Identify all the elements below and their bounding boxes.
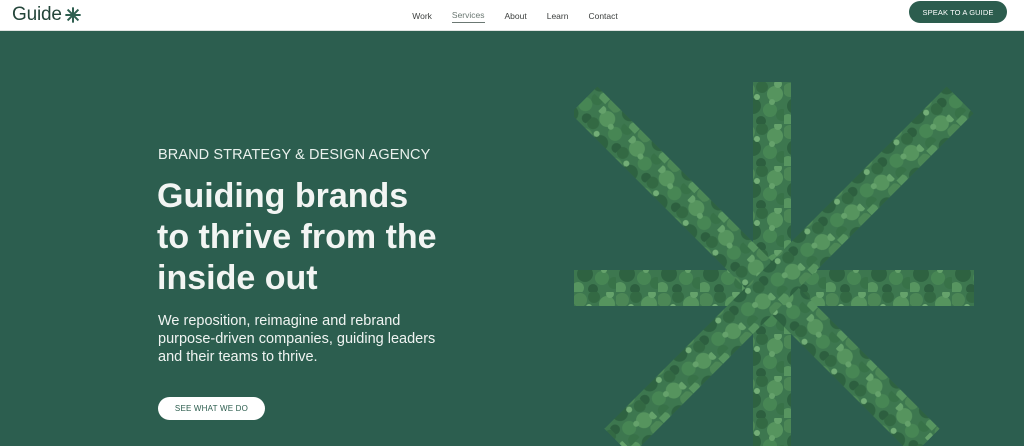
nav-item-about[interactable]: About: [505, 9, 527, 23]
hero-subtext: We reposition, reimagine and rebrand pur…: [158, 312, 458, 366]
subtext-line: We reposition, reimagine and rebrand: [158, 313, 401, 329]
nav-item-learn[interactable]: Learn: [547, 9, 569, 23]
site-header: Guide Work Services About Learn Contact …: [0, 0, 1024, 31]
nav-item-services[interactable]: Services: [451, 8, 485, 23]
subtext-line: and their teams to thrive.: [158, 349, 318, 365]
see-what-we-do-button[interactable]: SEE WHAT WE DO: [158, 397, 265, 420]
hero-eyebrow: BRAND STRATEGY & DESIGN AGENCY: [158, 147, 431, 163]
main-nav: Work Services About Learn Contact: [0, 0, 1024, 31]
forest-asterisk-icon: [574, 82, 974, 446]
nav-item-contact[interactable]: Contact: [588, 9, 617, 23]
speak-to-guide-button[interactable]: SPEAK TO A GUIDE: [909, 1, 1007, 23]
headline-line: inside out: [157, 259, 318, 297]
nav-item-work[interactable]: Work: [412, 9, 432, 23]
headline-line: Guiding brands: [157, 177, 409, 215]
asterisk-arms: [574, 82, 974, 446]
hero-section: BRAND STRATEGY & DESIGN AGENCY Guiding b…: [0, 31, 1024, 446]
hero-headline: Guiding brands to thrive from the inside…: [157, 176, 497, 299]
headline-line: to thrive from the: [157, 218, 437, 256]
subtext-line: purpose-driven companies, guiding leader…: [158, 331, 436, 347]
